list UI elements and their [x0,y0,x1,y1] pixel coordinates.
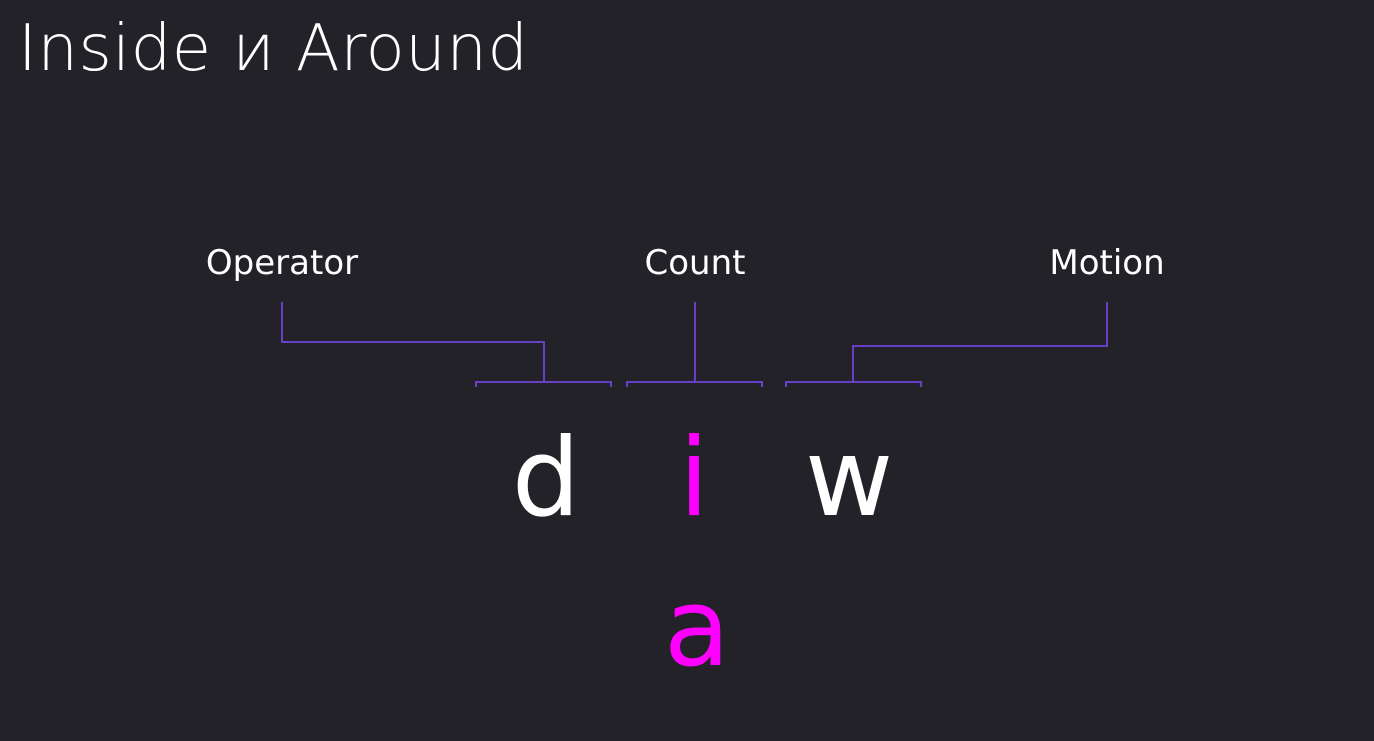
motion-label: Motion [1049,243,1165,283]
motion-connector [852,302,1108,382]
count-bracket [626,381,763,387]
around-key: a [663,566,731,691]
operator-connector [281,302,545,382]
slide: Inside и Around Operator Count Motion d … [0,0,1374,741]
inside-key: i [678,416,710,541]
count-label: Count [644,243,746,283]
operator-label: Operator [205,243,359,283]
command-structure-diagram: Operator Count Motion d i w a [0,0,1374,741]
operator-bracket [475,381,612,387]
motion-bracket [785,381,922,387]
operator-key: d [511,416,581,541]
motion-key: w [804,416,894,541]
